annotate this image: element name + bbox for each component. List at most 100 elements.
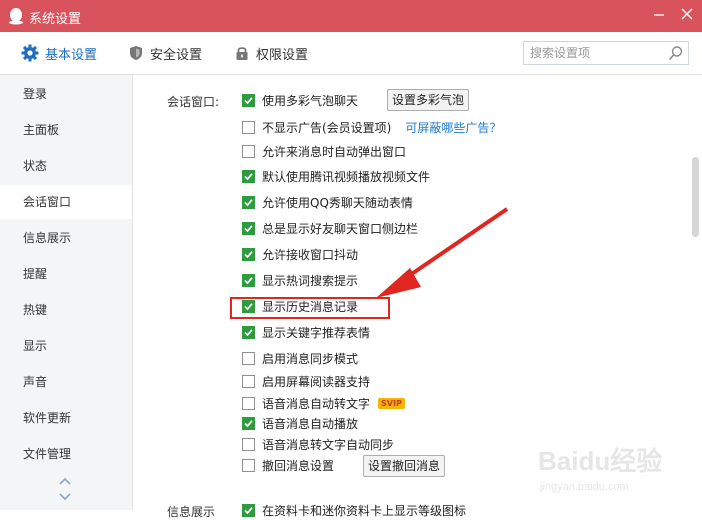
gear-icon bbox=[21, 44, 39, 62]
option-sidebar[interactable]: 总是显示好友聊天窗口侧边栏 bbox=[242, 219, 418, 237]
checkbox[interactable] bbox=[242, 351, 255, 365]
baidu-watermark: Baidu经验 jingyan.baidu.com bbox=[538, 446, 662, 493]
option-screen-reader[interactable]: 启用屏幕阅读器支持 bbox=[242, 372, 370, 390]
option-label: 允许使用QQ秀聊天随动表情 bbox=[262, 195, 413, 210]
option-label: 语音消息自动播放 bbox=[262, 416, 359, 431]
option-label: 允许来消息时自动弹出窗口 bbox=[262, 144, 407, 159]
checkbox[interactable] bbox=[242, 144, 255, 158]
chevron-down-icon[interactable] bbox=[58, 492, 72, 502]
shield-icon bbox=[130, 46, 142, 60]
option-colorful-bubble[interactable]: 使用多彩气泡聊天 bbox=[242, 91, 358, 109]
check-icon bbox=[244, 506, 253, 514]
checkbox[interactable] bbox=[242, 195, 255, 209]
option-label: 撤回消息设置 bbox=[262, 458, 335, 473]
option-label: 默认使用腾讯视频播放视频文件 bbox=[262, 169, 431, 184]
check-icon bbox=[244, 198, 253, 206]
check-icon bbox=[244, 224, 253, 232]
search-box bbox=[523, 41, 689, 65]
checkbox[interactable] bbox=[242, 396, 255, 410]
checkbox[interactable] bbox=[242, 221, 255, 235]
check-icon bbox=[244, 250, 253, 258]
search-icon[interactable] bbox=[668, 45, 684, 61]
tab-basic-settings[interactable]: 基本设置 bbox=[21, 32, 97, 74]
sidebar-item-info-display[interactable]: 信息展示 bbox=[0, 221, 132, 255]
check-icon bbox=[244, 328, 253, 336]
checkbox[interactable] bbox=[242, 437, 255, 451]
checkbox[interactable] bbox=[242, 416, 255, 430]
tab-label: 基本设置 bbox=[45, 47, 98, 63]
checkbox[interactable] bbox=[242, 120, 255, 134]
option-label: 允许接收窗口抖动 bbox=[262, 247, 359, 262]
section-label-info-display: 信息展示 bbox=[167, 505, 216, 519]
option-label: 使用多彩气泡聊天 bbox=[262, 93, 359, 108]
minimize-icon bbox=[654, 14, 664, 16]
check-icon bbox=[244, 172, 253, 180]
sidebar-item-display[interactable]: 显示 bbox=[0, 329, 132, 363]
close-button[interactable] bbox=[676, 6, 698, 26]
option-label: 总是显示好友聊天窗口侧边栏 bbox=[262, 221, 419, 236]
search-input[interactable] bbox=[530, 45, 660, 61]
option-voice-autoplay[interactable]: 语音消息自动播放 bbox=[242, 414, 358, 432]
checkbox[interactable] bbox=[242, 93, 255, 107]
checkbox[interactable] bbox=[242, 247, 255, 261]
set-colorful-bubble-button[interactable]: 设置多彩气泡 bbox=[387, 89, 469, 111]
minimize-button[interactable] bbox=[648, 6, 670, 26]
option-recall-settings[interactable]: 撤回消息设置 bbox=[242, 456, 334, 474]
sidebar-scroll-arrows bbox=[58, 476, 74, 502]
option-hide-ads[interactable]: 不显示广告(会员设置项) 可屏蔽哪些广告？ bbox=[242, 118, 501, 136]
option-window-shake[interactable]: 允许接收窗口抖动 bbox=[242, 245, 358, 263]
sidebar-item-hotkeys[interactable]: 热键 bbox=[0, 293, 132, 327]
option-label: 启用屏幕阅读器支持 bbox=[262, 374, 371, 389]
sidebar-item-file-management[interactable]: 文件管理 bbox=[0, 437, 132, 471]
check-icon bbox=[244, 96, 253, 104]
option-qq-show[interactable]: 允许使用QQ秀聊天随动表情 bbox=[242, 193, 413, 211]
watermark-text: Baidu经验 bbox=[538, 446, 662, 476]
section-label-chat-window: 会话窗口: bbox=[167, 95, 220, 109]
option-label: 在资料卡和迷你资料卡上显示等级图标 bbox=[262, 503, 467, 518]
option-label: 显示关键字推荐表情 bbox=[262, 325, 371, 340]
tab-security-settings[interactable]: 安全设置 bbox=[128, 32, 202, 74]
checkbox[interactable] bbox=[242, 503, 255, 517]
tab-label: 安全设置 bbox=[150, 47, 203, 63]
svip-badge: SVIP bbox=[378, 397, 405, 409]
option-label: 显示热词搜索提示 bbox=[262, 273, 359, 288]
chevron-up-icon[interactable] bbox=[58, 476, 72, 486]
which-ads-link[interactable]: 可屏蔽哪些广告？ bbox=[405, 119, 501, 136]
watermark-url: jingyan.baidu.com bbox=[539, 481, 629, 493]
set-recall-message-button[interactable]: 设置撤回消息 bbox=[363, 455, 445, 477]
checkbox[interactable] bbox=[242, 458, 255, 472]
checkbox[interactable] bbox=[242, 169, 255, 183]
option-label: 语音消息转文字自动同步 bbox=[262, 437, 395, 452]
option-hot-words[interactable]: 显示热词搜索提示 bbox=[242, 271, 358, 289]
option-keyword-stickers[interactable]: 显示关键字推荐表情 bbox=[242, 323, 370, 341]
sidebar-item-software-update[interactable]: 软件更新 bbox=[0, 401, 132, 435]
sidebar-item-chat-window[interactable]: 会话窗口 bbox=[0, 185, 132, 219]
title-bar: 系统设置 bbox=[0, 0, 702, 32]
scrollbar-thumb[interactable] bbox=[692, 157, 699, 237]
tab-permission-settings[interactable]: 权限设置 bbox=[234, 32, 308, 74]
option-tencent-video[interactable]: 默认使用腾讯视频播放视频文件 bbox=[242, 167, 430, 185]
lock-icon bbox=[236, 47, 248, 60]
checkbox[interactable] bbox=[242, 374, 255, 388]
option-label: 语音消息自动转文字 bbox=[262, 396, 371, 411]
top-navigation: 基本设置 安全设置 权限设置 bbox=[0, 32, 702, 75]
window-title: 系统设置 bbox=[29, 12, 82, 27]
sidebar-item-sound[interactable]: 声音 bbox=[0, 365, 132, 399]
highlight-box bbox=[230, 297, 390, 319]
content-scrollbar[interactable] bbox=[688, 75, 702, 510]
sidebar-item-status[interactable]: 状态 bbox=[0, 149, 132, 183]
sidebar-item-reminder[interactable]: 提醒 bbox=[0, 257, 132, 291]
option-auto-popup[interactable]: 允许来消息时自动弹出窗口 bbox=[242, 142, 406, 160]
close-icon bbox=[681, 8, 693, 20]
sidebar-item-main-panel[interactable]: 主面板 bbox=[0, 113, 132, 147]
sidebar-item-login[interactable]: 登录 bbox=[0, 77, 132, 111]
checkbox[interactable] bbox=[242, 273, 255, 287]
option-message-sync[interactable]: 启用消息同步模式 bbox=[242, 349, 358, 367]
option-voice-to-text[interactable]: 语音消息自动转文字 SVIP bbox=[242, 394, 405, 412]
tab-label: 权限设置 bbox=[256, 47, 309, 63]
option-voice-text-sync[interactable]: 语音消息转文字自动同步 bbox=[242, 435, 394, 453]
check-icon bbox=[244, 419, 253, 427]
checkbox[interactable] bbox=[242, 325, 255, 339]
option-level-icons[interactable]: 在资料卡和迷你资料卡上显示等级图标 bbox=[242, 501, 466, 519]
option-label: 启用消息同步模式 bbox=[262, 351, 359, 366]
